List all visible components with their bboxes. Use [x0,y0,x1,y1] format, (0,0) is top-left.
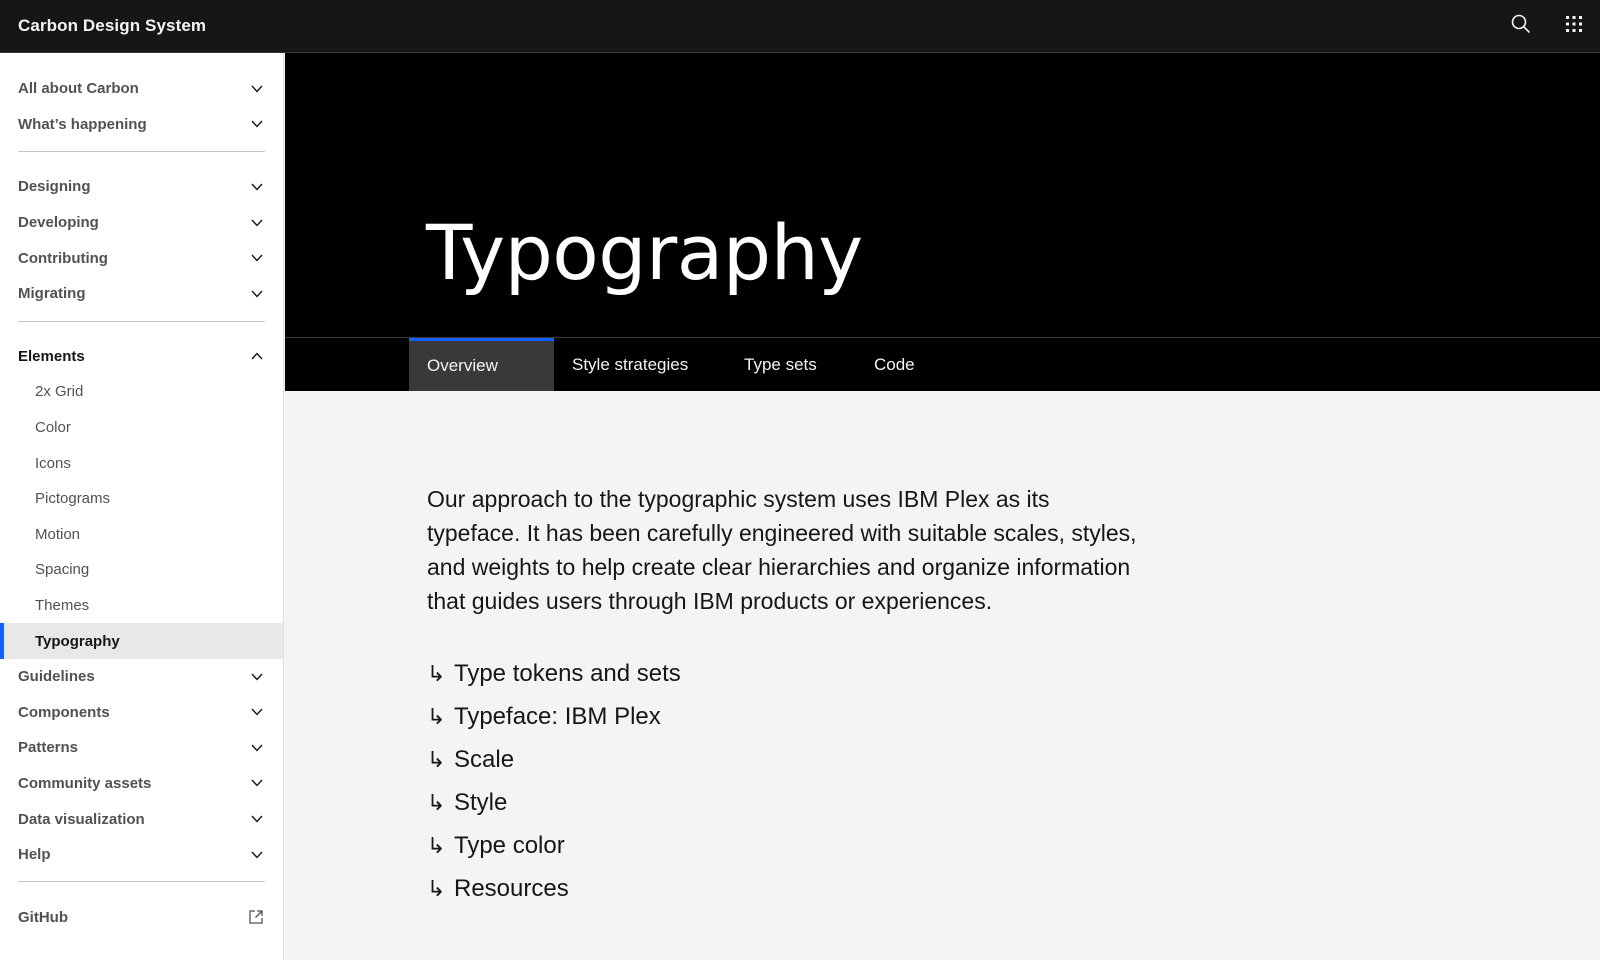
nav-item-help[interactable]: Help [0,837,283,873]
nav-subitem-themes[interactable]: Themes [0,588,283,624]
search-button[interactable] [1494,0,1547,53]
nav-divider [18,320,265,322]
chevron-down-icon [249,286,265,302]
nav-subitem-typography[interactable]: Typography [0,623,283,659]
arrow-icon: ↳ [427,789,446,815]
chevron-down-icon [249,250,265,266]
nav-item-label: Help [18,846,51,864]
nav-item-label: Contributing [18,249,108,267]
nav-item-label: Elements [18,347,85,365]
tab-overview[interactable]: Overview [409,338,554,391]
nav-item-designing[interactable]: Designing [0,169,283,205]
nav-subitem-icons[interactable]: Icons [0,445,283,481]
nav-item-label: Designing [18,178,91,196]
anchor-label: Typeface: IBM Plex [454,702,661,730]
chevron-down-icon [249,740,265,756]
anchor-label: Scale [454,745,515,773]
nav-item-label: Patterns [18,739,79,757]
main-content: Our approach to the typographic system u… [427,482,1147,910]
nav-item-migrating[interactable]: Migrating [0,276,283,312]
chevron-down-icon [249,81,265,97]
nav-item-label: Data visualization [18,810,145,828]
nav-item-elements[interactable]: Elements [0,339,283,375]
nav-item-label: GitHub [18,908,68,926]
chevron-down-icon [249,669,265,685]
nav-item-whats-happening[interactable]: What’s happening [0,107,283,143]
arrow-icon: ↳ [427,746,446,772]
nav-subitem-pictograms[interactable]: Pictograms [0,481,283,517]
nav-item-contributing[interactable]: Contributing [0,240,283,276]
anchor-label: Type color [454,831,565,859]
chevron-up-icon [249,348,265,364]
nav-subitem-spacing[interactable]: Spacing [0,552,283,588]
chevron-down-icon [249,847,265,863]
nav-subitem-motion[interactable]: Motion [0,517,283,553]
nav-item-guidelines[interactable]: Guidelines [0,659,283,695]
intro-paragraph: Our approach to the typographic system u… [427,486,1137,614]
global-header: Carbon Design System [0,0,1600,53]
tab-type-sets[interactable]: Type sets [726,338,876,391]
side-nav: All about Carbon What’s happening Design… [0,53,284,960]
tab-code[interactable]: Code [856,338,986,391]
chevron-down-icon [249,704,265,720]
header-actions [1494,0,1600,52]
anchor-link-type-tokens[interactable]: ↳ Type tokens and sets [427,652,1147,695]
chevron-down-icon [249,116,265,132]
chevron-down-icon [249,215,265,231]
anchor-link-scale[interactable]: ↳ Scale [427,738,1147,781]
anchor-link-resources[interactable]: ↳ Resources [427,867,1147,910]
nav-subitem-2x-grid[interactable]: 2x Grid [0,374,283,410]
anchor-label: Style [454,788,508,816]
nav-divider [18,881,265,883]
chevron-down-icon [249,775,265,791]
page-tabs: Overview Style strategies Type sets Code [285,337,1600,391]
nav-item-github[interactable]: GitHub [0,899,283,935]
nav-item-label: Migrating [18,285,86,303]
nav-item-label: Community assets [18,774,152,792]
arrow-icon: ↳ [427,703,446,729]
nav-item-label: What’s happening [18,115,147,133]
nav-item-label: All about Carbon [18,80,139,98]
anchor-label: Type tokens and sets [454,659,681,687]
anchor-link-type-color[interactable]: ↳ Type color [427,824,1147,867]
brand-name[interactable]: Carbon Design System [0,16,206,36]
page-hero: Typography [285,53,1600,337]
tab-style-strategies[interactable]: Style strategies [554,338,744,391]
nav-item-label: Guidelines [18,668,95,686]
nav-item-label: Developing [18,214,99,232]
nav-subitem-color[interactable]: Color [0,410,283,446]
nav-item-label: Components [18,703,110,721]
nav-item-patterns[interactable]: Patterns [0,730,283,766]
external-link-icon [247,908,265,926]
chevron-down-icon [249,811,265,827]
nav-item-all-about-carbon[interactable]: All about Carbon [0,71,283,107]
nav-item-developing[interactable]: Developing [0,205,283,241]
nav-item-community-assets[interactable]: Community assets [0,766,283,802]
anchor-link-style[interactable]: ↳ Style [427,781,1147,824]
page-title: Typography [426,208,863,297]
app-switcher-icon [1564,14,1584,39]
anchor-links: ↳ Type tokens and sets ↳ Typeface: IBM P… [427,652,1147,910]
anchor-label: Resources [454,874,569,902]
chevron-down-icon [249,179,265,195]
nav-item-data-visualization[interactable]: Data visualization [0,801,283,837]
nav-divider [18,151,265,153]
anchor-link-typeface[interactable]: ↳ Typeface: IBM Plex [427,695,1147,738]
app-switcher-button[interactable] [1547,0,1600,53]
nav-item-components[interactable]: Components [0,695,283,731]
arrow-icon: ↳ [427,660,446,686]
search-icon [1511,14,1531,39]
arrow-icon: ↳ [427,875,446,901]
arrow-icon: ↳ [427,832,446,858]
